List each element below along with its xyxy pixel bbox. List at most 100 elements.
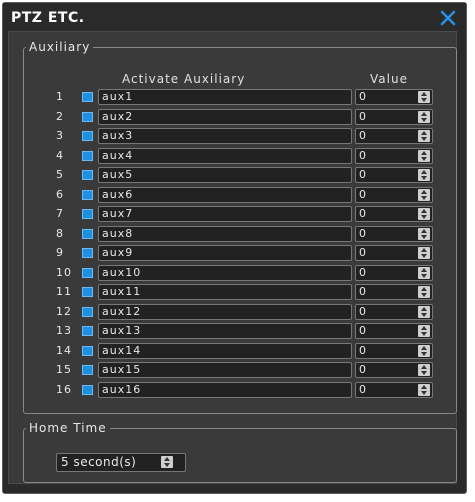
aux-value-input[interactable]: 0: [355, 147, 433, 164]
aux-value-input[interactable]: 0: [355, 381, 433, 398]
aux-value-text: 0: [359, 324, 366, 337]
aux-activate-checkbox[interactable]: [82, 228, 93, 239]
close-icon[interactable]: [438, 8, 458, 28]
home-time-select[interactable]: 5 second(s): [56, 453, 186, 472]
aux-value-text: 0: [359, 382, 366, 396]
up-down-spinner-icon[interactable]: [418, 266, 430, 279]
aux-name-input[interactable]: aux8: [98, 225, 352, 242]
up-down-spinner-icon[interactable]: [161, 456, 173, 468]
aux-row-number: 10: [56, 265, 72, 279]
aux-row-number: 9: [56, 246, 64, 259]
aux-activate-checkbox[interactable]: [82, 306, 93, 317]
aux-value-input[interactable]: 0: [355, 245, 433, 261]
up-down-spinner-icon[interactable]: [418, 91, 430, 103]
up-down-spinner-icon[interactable]: [418, 130, 430, 142]
aux-activate-checkbox[interactable]: [82, 111, 93, 122]
up-down-spinner-icon[interactable]: [418, 149, 430, 162]
aux-value-input[interactable]: 0: [355, 284, 433, 300]
aux-name-input[interactable]: aux3: [98, 128, 352, 144]
aux-row-number: 2: [56, 109, 64, 123]
aux-activate-checkbox[interactable]: [82, 189, 93, 200]
aux-name-input[interactable]: aux6: [98, 186, 352, 203]
aux-row-number: 1: [56, 90, 64, 103]
aux-value-input[interactable]: 0: [355, 186, 433, 203]
aux-activate-checkbox[interactable]: [82, 267, 93, 278]
aux-activate-checkbox[interactable]: [82, 287, 93, 297]
aux-row-6: 6 aux6 0: [0, 186, 475, 206]
aux-name-input[interactable]: aux7: [98, 206, 352, 222]
aux-value-input[interactable]: 0: [355, 167, 433, 183]
up-down-spinner-icon[interactable]: [418, 208, 430, 220]
up-down-spinner-icon[interactable]: [418, 286, 430, 298]
aux-name-input[interactable]: aux2: [98, 108, 352, 125]
aux-activate-checkbox[interactable]: [82, 92, 93, 102]
aux-row-5: 5 aux5 0: [0, 166, 475, 186]
title-bar: PTZ ETC.: [3, 3, 466, 34]
aux-value-input[interactable]: 0: [355, 108, 433, 125]
aux-name-input[interactable]: aux15: [98, 362, 352, 378]
aux-activate-checkbox[interactable]: [82, 209, 93, 219]
aux-value-input[interactable]: 0: [355, 303, 433, 320]
aux-activate-checkbox[interactable]: [82, 131, 93, 141]
aux-row-2: 2 aux2 0: [0, 108, 475, 128]
aux-name-input[interactable]: aux4: [98, 147, 352, 164]
aux-row-number: 14: [56, 343, 72, 357]
aux-value-text: 0: [359, 129, 366, 142]
aux-name-input[interactable]: aux16: [98, 381, 352, 398]
up-down-spinner-icon[interactable]: [418, 247, 430, 259]
window-title: PTZ ETC.: [11, 10, 85, 26]
up-down-spinner-icon[interactable]: [418, 227, 430, 240]
aux-value-input[interactable]: 0: [355, 342, 433, 359]
aux-name-input[interactable]: aux9: [98, 245, 352, 261]
aux-value-input[interactable]: 0: [355, 323, 433, 339]
aux-value-input[interactable]: 0: [355, 225, 433, 242]
aux-value-text: 0: [359, 343, 366, 357]
up-down-spinner-icon[interactable]: [418, 344, 430, 357]
aux-name-input[interactable]: aux11: [98, 284, 352, 300]
aux-row-13: 13 aux13 0: [0, 322, 475, 342]
aux-row-1: 1 aux1 0: [0, 88, 475, 108]
home-time-legend: Home Time: [29, 421, 107, 435]
aux-value-text: 0: [359, 285, 366, 298]
aux-value-input[interactable]: 0: [355, 128, 433, 144]
auxiliary-list: 1 aux1 0 2 aux2 0 3 aux3 0 4 aux4 0 5 au…: [0, 88, 475, 400]
aux-activate-checkbox[interactable]: [82, 326, 93, 336]
aux-value-input[interactable]: 0: [355, 89, 433, 105]
aux-name-input[interactable]: aux12: [98, 303, 352, 320]
aux-value-text: 0: [359, 363, 366, 376]
aux-activate-checkbox[interactable]: [82, 345, 93, 356]
up-down-spinner-icon[interactable]: [418, 188, 430, 201]
auxiliary-legend: Auxiliary: [29, 40, 91, 54]
up-down-spinner-icon[interactable]: [418, 305, 430, 318]
aux-row-number: 15: [56, 363, 72, 376]
aux-activate-checkbox[interactable]: [82, 365, 93, 375]
aux-row-7: 7 aux7 0: [0, 205, 475, 225]
aux-name-input[interactable]: aux13: [98, 323, 352, 339]
up-down-spinner-icon[interactable]: [418, 383, 430, 396]
up-down-spinner-icon[interactable]: [418, 169, 430, 181]
activate-auxiliary-header: Activate Auxiliary: [122, 72, 246, 86]
up-down-spinner-icon[interactable]: [418, 364, 430, 376]
aux-row-4: 4 aux4 0: [0, 147, 475, 167]
aux-value-input[interactable]: 0: [355, 206, 433, 222]
aux-name-input[interactable]: aux1: [98, 89, 352, 105]
aux-row-15: 15 aux15 0: [0, 361, 475, 381]
aux-value-input[interactable]: 0: [355, 264, 433, 281]
aux-value-text: 0: [359, 207, 366, 220]
up-down-spinner-icon[interactable]: [418, 110, 430, 123]
aux-name-input[interactable]: aux10: [98, 264, 352, 281]
aux-activate-checkbox[interactable]: [82, 150, 93, 161]
aux-row-number: 3: [56, 129, 64, 142]
aux-row-12: 12 aux12 0: [0, 303, 475, 323]
aux-name-input[interactable]: aux14: [98, 342, 352, 359]
aux-activate-checkbox[interactable]: [82, 248, 93, 258]
aux-name-input[interactable]: aux5: [98, 167, 352, 183]
aux-value-text: 0: [359, 304, 366, 318]
aux-activate-checkbox[interactable]: [82, 384, 93, 395]
aux-activate-checkbox[interactable]: [82, 170, 93, 180]
up-down-spinner-icon[interactable]: [418, 325, 430, 337]
aux-row-number: 7: [56, 207, 64, 220]
aux-row-number: 16: [56, 382, 72, 396]
aux-value-input[interactable]: 0: [355, 362, 433, 378]
aux-value-text: 0: [359, 109, 366, 123]
